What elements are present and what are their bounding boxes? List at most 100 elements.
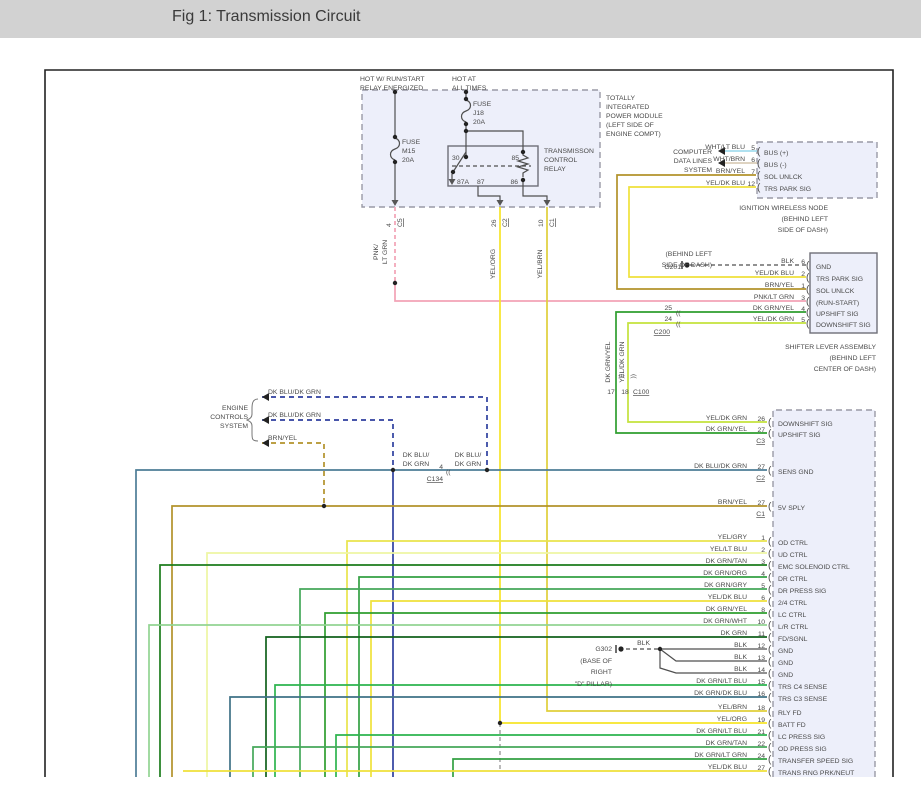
wire-color-label: WHT/BRN (713, 156, 745, 163)
annotation: HOT AT (452, 76, 476, 83)
terminal-label: LC PRESS SIG (778, 734, 825, 741)
connector-ref: C2 (756, 475, 765, 482)
ground-icon (618, 646, 624, 652)
annotation: J18 (473, 110, 484, 117)
wire-color-label: DK GRN/LT BLU (696, 728, 747, 735)
wire-color-label: BLK (781, 258, 794, 265)
annotation: DATA LINES (674, 158, 713, 165)
terminal-label: UD CTRL (778, 552, 808, 559)
pin-bracket-icon: ( (768, 549, 772, 560)
annotation: (( (676, 321, 681, 328)
wire (370, 600, 767, 777)
wire-color-label: DK GRN/YEL (706, 606, 747, 613)
wire-color-label: YEL/DK GRN (706, 415, 747, 422)
wire (627, 322, 806, 423)
annotation: SIDE OF DASH) (778, 227, 828, 234)
annotation: COMPUTER (673, 149, 712, 156)
junction-dot (657, 646, 663, 652)
annotation: RELAY (544, 166, 566, 173)
pin-bracket-icon: ( (768, 466, 772, 477)
pin-bracket-icon: ( (768, 743, 772, 754)
junction-dot (463, 154, 469, 160)
pin-number: 8 (761, 607, 765, 614)
terminal-label: L/R CTRL (778, 624, 808, 631)
junction-dot (392, 159, 398, 165)
terminal-label: OD CTRL (778, 540, 808, 547)
junction-dot (392, 134, 398, 140)
terminal-label: GND (816, 264, 831, 271)
annotation: RIGHT (591, 669, 612, 676)
annotation: POWER MODULE (606, 113, 663, 120)
pin-bracket-icon: ( (768, 755, 772, 766)
terminal-label: SENS GND (778, 469, 814, 476)
annotation: TRANSMISSON (544, 148, 594, 155)
pin-bracket-icon: ( (768, 585, 772, 596)
terminal-label: SOL UNLCK (764, 174, 803, 181)
annotation: DK BLU/ (455, 452, 482, 459)
annotation: (( (446, 469, 451, 476)
pin-number: 16 (757, 691, 765, 698)
wire-color-label: BLK (734, 654, 747, 661)
terminal-label: 2/4 CTRL (778, 600, 807, 607)
annotation: 20A (402, 157, 415, 164)
annotation: 17 (607, 389, 615, 396)
terminal-label: DOWNSHIFT SIG (778, 421, 833, 428)
annotation: INTEGRATED (606, 104, 649, 111)
annotation: 30 (452, 155, 460, 162)
annotation: SYSTEM (684, 167, 712, 174)
pin-bracket-icon: ( (768, 561, 772, 572)
pin-number: 6 (761, 595, 765, 602)
annotation: 85 (511, 155, 519, 162)
junction-dot (484, 467, 490, 473)
pin-number: 26 (757, 416, 765, 423)
pin-number: 2 (761, 547, 765, 554)
annotation: FUSE (473, 101, 492, 108)
pin-number: 11 (758, 631, 765, 638)
junction-dot (463, 96, 469, 102)
wire (171, 505, 767, 777)
terminal-label: GND (778, 648, 793, 655)
annotation: PNK/ (373, 244, 380, 260)
annotation: IGNITION WIRELESS NODE (739, 205, 828, 212)
terminal-label: TRS PARK SIG (764, 186, 811, 193)
annotation: (LEFT SIDE OF (606, 122, 654, 129)
wire (229, 696, 767, 777)
terminal-label: TRS PARK SIG (816, 276, 863, 283)
pin-bracket-icon: ( (768, 657, 772, 668)
pin-bracket-icon: ( (768, 719, 772, 730)
pin-number: 12 (757, 643, 765, 650)
wire-color-label: YEL/GRY (718, 534, 748, 541)
annotation: SYSTEM (220, 423, 248, 430)
annotation: 25 (664, 305, 672, 312)
pin-number: 22 (757, 741, 765, 748)
annotation: ENGINE COMPT) (606, 131, 661, 138)
pin-number: 27 (757, 500, 765, 507)
wiring-diagram-page: Fig 1: Transmission Circuit WHT/LT BLU 5(… (0, 0, 921, 802)
pin-number: 10 (757, 619, 765, 626)
wire (394, 283, 806, 302)
wire (265, 636, 767, 777)
wire (148, 624, 767, 777)
annotation: (BEHIND LEFT (830, 355, 876, 362)
terminal-label: 5V SPLY (778, 505, 806, 512)
pin-bracket-icon: ( (768, 731, 772, 742)
annotation: HOT W/ RUN/START (360, 76, 425, 83)
pin-bracket-icon: ( (768, 633, 772, 644)
annotation: G201 (664, 264, 681, 271)
annotation: LT GRN (382, 240, 389, 264)
terminal-label: UPSHIFT SIG (778, 432, 821, 439)
annotation: DK GRN/YEL (605, 341, 612, 382)
annotation: DK GRN (455, 461, 482, 468)
pin-bracket-icon: ( (768, 537, 772, 548)
pin-number: 3 (761, 559, 765, 566)
pin-number: 6 (801, 259, 805, 266)
pin-number: 15 (757, 679, 765, 686)
pin-number: 27 (757, 464, 765, 471)
pin-number: 27 (757, 765, 765, 772)
junction-dot (450, 169, 456, 175)
wire (206, 552, 767, 777)
annotation: DK BLU/DK GRN (268, 412, 321, 419)
annotation: YEL/BRN (537, 249, 544, 278)
annotation: (BEHIND LEFT (666, 251, 712, 258)
wire-color-label: YEL/DK BLU (708, 764, 747, 771)
